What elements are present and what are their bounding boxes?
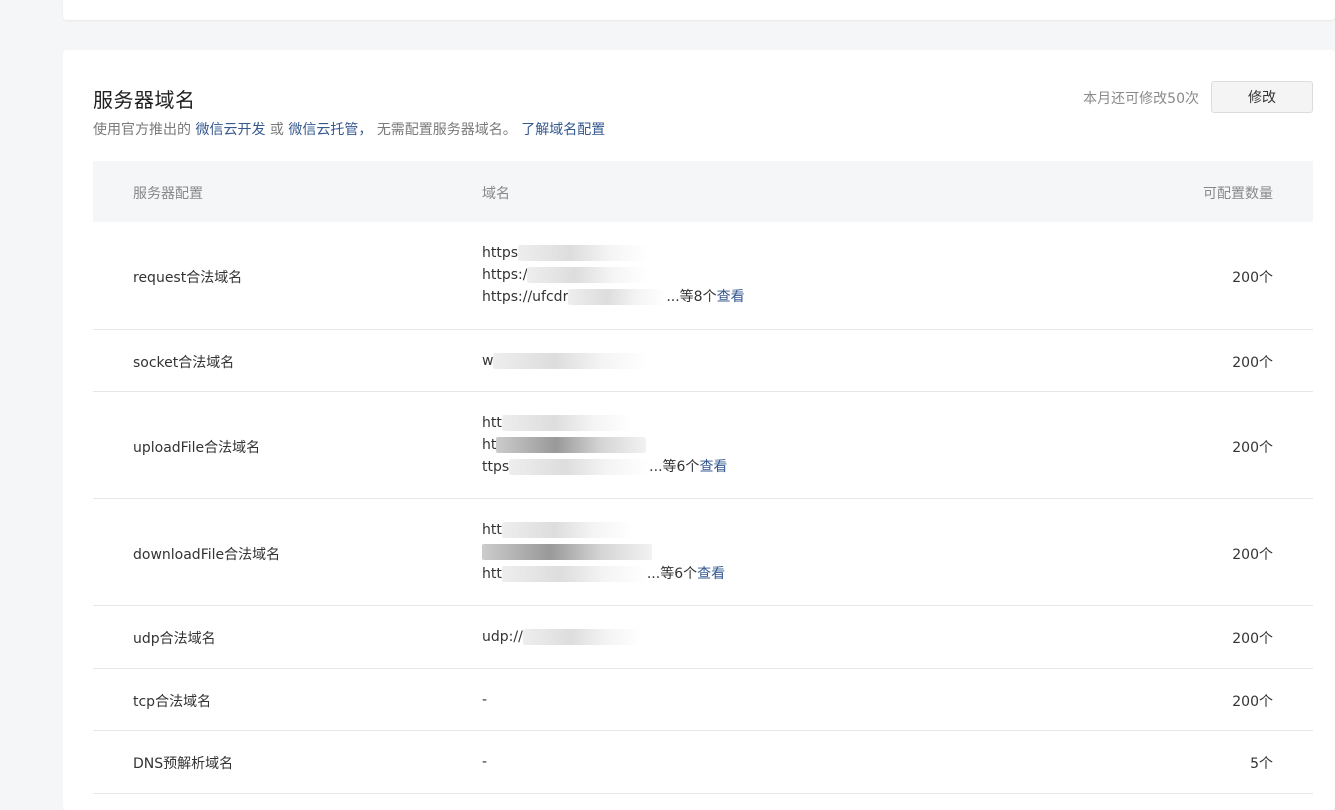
domain-line: https:/ — [482, 264, 745, 286]
table-row: request合法域名 https https:/ https://ufcdr.… — [93, 222, 1313, 330]
row-name: socket合法域名 — [133, 355, 235, 371]
row-count: 200个 — [1232, 270, 1273, 286]
domain-line: ht — [482, 434, 727, 456]
table-row: downloadFile合法域名 htt htt ...等6个查看 200个 — [93, 499, 1313, 606]
row-name: downloadFile合法域名 — [133, 547, 281, 563]
table-row: DNS预解析域名 - 5个 — [93, 731, 1313, 794]
domain-line: - — [482, 692, 488, 708]
domain-line: - — [482, 754, 488, 770]
domain-list: https https:/ https://ufcdr ...等8个查看 — [482, 242, 745, 308]
domain-list: - — [482, 751, 487, 773]
domain-line: htt — [482, 412, 727, 434]
row-count: 200个 — [1232, 355, 1273, 371]
row-name: udp合法域名 — [133, 631, 216, 647]
domain-list: w — [482, 350, 649, 372]
domain-line: https — [482, 242, 745, 264]
domain-line: udp:// — [482, 626, 643, 648]
domain-line: htt — [482, 519, 725, 541]
row-count: 5个 — [1250, 756, 1273, 772]
domain-list: htt ht ttps ...等6个查看 — [482, 412, 727, 478]
header-count: 可配置数量 — [1203, 186, 1273, 202]
domain-line — [482, 541, 725, 563]
view-more-link[interactable]: 查看 — [697, 566, 725, 582]
table-row: udp合法域名 udp:// 200个 — [93, 606, 1313, 669]
top-card — [63, 0, 1335, 20]
row-name: DNS预解析域名 — [133, 756, 234, 772]
row-count: 200个 — [1232, 547, 1273, 563]
table-row: socket合法域名 w 200个 — [93, 330, 1313, 392]
row-name: uploadFile合法域名 — [133, 440, 261, 456]
row-name: request合法域名 — [133, 270, 243, 286]
section-title: 服务器域名 — [93, 88, 196, 112]
domain-list: udp:// — [482, 626, 643, 648]
quota-text: 本月还可修改50次 — [1083, 91, 1199, 107]
server-domain-card: 服务器域名 使用官方推出的 微信云开发 或 微信云托管， 无需配置服务器域名。 … — [63, 50, 1335, 810]
domain-line: https://ufcdr ...等8个查看 — [482, 289, 745, 305]
learn-domain-config-link[interactable]: 了解域名配置 — [521, 122, 605, 138]
row-count: 200个 — [1232, 631, 1273, 647]
row-count: 200个 — [1232, 440, 1273, 456]
table-row: uploadFile合法域名 htt ht ttps ...等6个查看 200个 — [93, 392, 1313, 499]
domain-table: 服务器配置 域名 可配置数量 request合法域名 https https:/… — [93, 161, 1313, 794]
domain-list: - — [482, 689, 487, 711]
view-more-link[interactable]: 查看 — [699, 459, 727, 475]
edit-button[interactable]: 修改 — [1211, 81, 1313, 113]
table-header: 服务器配置 域名 可配置数量 — [93, 161, 1313, 222]
domain-line: w — [482, 350, 649, 372]
view-more-link[interactable]: 查看 — [717, 289, 745, 305]
row-count: 200个 — [1232, 694, 1273, 710]
header-config: 服务器配置 — [133, 186, 203, 202]
row-name: tcp合法域名 — [133, 694, 212, 710]
domain-list: htt htt ...等6个查看 — [482, 519, 725, 585]
domain-line: htt ...等6个查看 — [482, 566, 726, 582]
table-row: tcp合法域名 - 200个 — [93, 669, 1313, 731]
header-domain: 域名 — [482, 186, 510, 202]
section-description: 使用官方推出的 微信云开发 或 微信云托管， 无需配置服务器域名。 了解域名配置 — [93, 122, 606, 138]
cloud-dev-link[interactable]: 微信云开发 — [195, 122, 265, 138]
domain-line: ttps ...等6个查看 — [482, 459, 728, 475]
cloud-host-link[interactable]: 微信云托管， — [288, 122, 372, 138]
